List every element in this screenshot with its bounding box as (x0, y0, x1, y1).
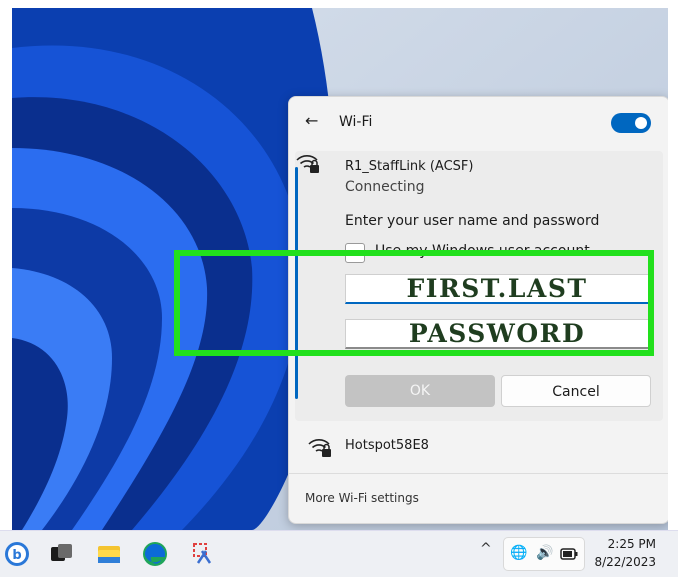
battery-icon (560, 548, 578, 560)
bing-icon[interactable]: b (4, 541, 30, 567)
snipping-tool-icon[interactable] (190, 541, 216, 567)
wifi-title: Wi-Fi (339, 114, 373, 130)
clock-time[interactable]: 2:25 PM (608, 537, 656, 551)
secured-wifi-icon (308, 439, 331, 457)
wifi-header: ← Wi-Fi (289, 97, 668, 147)
cancel-button[interactable]: Cancel (501, 375, 651, 407)
edge-icon[interactable] (142, 541, 168, 567)
network-name: R1_StaffLink (ACSF) (345, 159, 474, 174)
network-status: Connecting (345, 179, 425, 195)
task-view-icon[interactable] (48, 541, 74, 567)
network-item-hotspot[interactable]: Hotspot58E8 (289, 423, 668, 469)
secured-wifi-icon (296, 155, 319, 173)
svg-text:b: b (12, 548, 21, 563)
ok-button[interactable]: OK (345, 375, 495, 407)
more-wifi-settings-link[interactable]: More Wi-Fi settings (305, 491, 419, 505)
arrow-left-icon[interactable]: ← (305, 111, 318, 130)
volume-icon: 🔊 (536, 545, 554, 561)
network-name: Hotspot58E8 (345, 438, 429, 453)
file-explorer-icon[interactable] (96, 541, 122, 567)
wifi-toggle[interactable] (611, 113, 651, 133)
network-icon: 🌐 (510, 545, 528, 561)
annotation-highlight-box (174, 250, 654, 356)
credentials-prompt: Enter your user name and password (345, 213, 600, 229)
divider (289, 473, 668, 474)
chevron-up-icon[interactable]: ^ (480, 541, 492, 557)
toggle-knob (635, 117, 647, 129)
clock-date[interactable]: 8/22/2023 (594, 555, 656, 569)
taskbar: b ^ 🌐 🔊 2:25 PM 8/22/2023 (0, 530, 678, 577)
quick-settings-tray[interactable]: 🌐 🔊 (503, 537, 585, 571)
